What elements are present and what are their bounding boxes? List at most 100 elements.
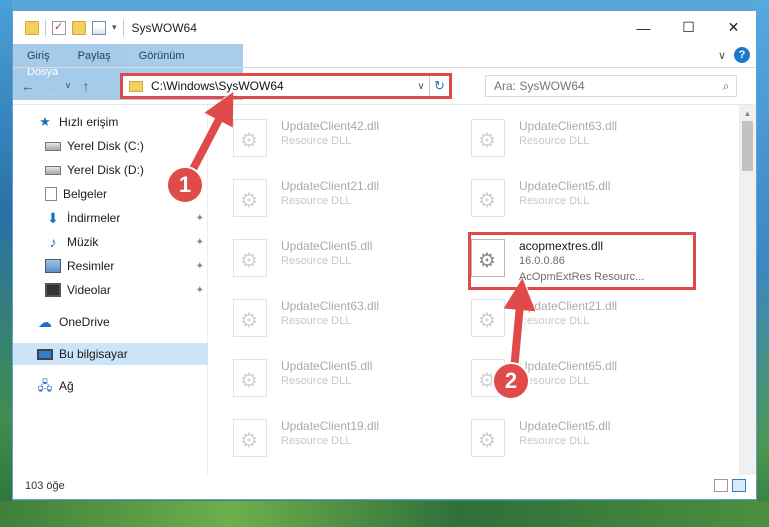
download-icon: ⬇ — [47, 210, 59, 226]
tiles-view-icon[interactable] — [732, 479, 746, 492]
window-controls: — ☐ ✕ — [621, 11, 756, 44]
desktop-background-bottom — [0, 501, 769, 527]
sidebar-item-network[interactable]: 🖧 Ağ — [13, 375, 208, 397]
music-icon: ♪ — [49, 234, 57, 250]
file-description: Resource DLL — [281, 135, 352, 147]
divider — [122, 19, 124, 36]
status-bar: 103 öğe — [13, 473, 756, 499]
folder-icon — [25, 20, 39, 35]
video-icon — [45, 283, 61, 297]
details-view-icon[interactable] — [714, 479, 728, 492]
file-description: Resource DLL — [281, 195, 352, 207]
dll-file-icon — [233, 119, 267, 157]
search-icon[interactable]: ⌕ — [716, 79, 736, 94]
dll-file-icon — [471, 119, 505, 157]
pin-icon[interactable]: ✦ — [196, 213, 204, 224]
dll-file-icon — [233, 179, 267, 217]
file-description: Resource DLL — [281, 255, 352, 267]
star-icon: ★ — [39, 114, 51, 129]
sidebar-item-downloads[interactable]: ⬇ İndirmeler ✦ — [13, 207, 208, 229]
search-input[interactable] — [486, 79, 716, 93]
item-count: 103 öğe — [25, 480, 65, 492]
title-bar: ▾ SysWOW64 — ☐ ✕ — [13, 11, 756, 44]
minimize-button[interactable]: — — [621, 11, 666, 44]
search-box[interactable]: ⌕ — [485, 75, 737, 97]
sidebar-item-label: Resimler — [67, 259, 115, 273]
scroll-up-icon[interactable]: ▲ — [739, 105, 756, 122]
file-name: UpdateClient21.dll — [281, 179, 380, 193]
sidebar-item-pictures[interactable]: Resimler ✦ — [13, 255, 208, 277]
file-item[interactable]: UpdateClient21.dll Resource DLL — [209, 169, 439, 225]
file-description: Resource DLL — [519, 315, 590, 327]
drive-icon — [45, 141, 61, 151]
sidebar-item-music[interactable]: ♪ Müzik ✦ — [13, 231, 208, 253]
new-folder-icon[interactable] — [72, 20, 86, 35]
ribbon-tabs: Dosya Giriş Paylaş Görünüm ∨ ? — [13, 44, 756, 100]
file-item[interactable]: UpdateClient21.dll Resource DLL — [447, 289, 677, 345]
address-dropdown-icon[interactable]: ∨ — [413, 81, 429, 92]
file-description: Resource DLL — [281, 375, 352, 387]
file-item[interactable]: UpdateClient63.dll Resource DLL — [447, 109, 677, 165]
sidebar-item-label: Videolar — [67, 283, 111, 297]
file-name: UpdateClient42.dll — [281, 119, 380, 133]
file-item[interactable]: UpdateClient5.dll Resource DLL — [447, 409, 677, 465]
recent-locations-button[interactable]: ∨ — [61, 80, 75, 91]
file-list: UpdateClient42.dll Resource DLL UpdateCl… — [209, 105, 724, 475]
properties-check-icon[interactable] — [52, 20, 66, 35]
pin-icon[interactable]: ✦ — [196, 285, 204, 296]
file-item[interactable]: UpdateClient63.dll Resource DLL — [209, 289, 439, 345]
maximize-button[interactable]: ☐ — [666, 11, 711, 44]
file-item[interactable]: UpdateClient5.dll Resource DLL — [447, 169, 677, 225]
sidebar-item-local-disk-c[interactable]: Yerel Disk (C:) — [13, 135, 208, 157]
file-item[interactable]: UpdateClient5.dll Resource DLL — [209, 229, 439, 285]
sidebar-item-label: OneDrive — [59, 315, 110, 329]
drive-icon — [45, 165, 61, 175]
sidebar-item-videos[interactable]: Videolar ✦ — [13, 279, 208, 301]
sidebar-item-label: Yerel Disk (D:) — [67, 163, 144, 177]
view-toggle — [714, 479, 746, 492]
scrollbar-thumb[interactable] — [742, 121, 753, 171]
vertical-scrollbar[interactable]: ▲ — [739, 105, 756, 475]
sidebar-item-label: Müzik — [67, 235, 99, 249]
pin-icon[interactable]: ✦ — [196, 261, 204, 272]
back-button[interactable]: ← — [17, 78, 39, 94]
address-bar[interactable]: C:\Windows\SysWOW64 ∨ ↻ — [120, 73, 452, 99]
file-description: Resource DLL — [281, 435, 352, 447]
file-description: Resource DLL — [281, 315, 352, 327]
help-icon[interactable]: ? — [734, 47, 750, 63]
sidebar-item-label: İndirmeler — [67, 211, 121, 225]
close-button[interactable]: ✕ — [711, 11, 756, 44]
file-item[interactable]: UpdateClient19.dll Resource DLL — [209, 409, 439, 465]
explorer-window: ▾ SysWOW64 — ☐ ✕ Dosya Giriş Paylaş Görü… — [12, 10, 757, 500]
dll-file-icon — [233, 359, 267, 397]
refresh-icon[interactable]: ↻ — [429, 76, 449, 96]
step-badge-1: 1 — [166, 166, 204, 204]
file-item[interactable]: UpdateClient42.dll Resource DLL — [209, 109, 439, 165]
customize-toolbar-icon[interactable]: ▾ — [112, 22, 117, 33]
sidebar-item-onedrive[interactable]: ☁ OneDrive — [13, 311, 208, 333]
ribbon-controls: ∨ ? — [718, 47, 750, 63]
forward-button[interactable]: → — [39, 78, 61, 94]
computer-icon — [37, 348, 53, 360]
properties-icon[interactable] — [92, 20, 106, 35]
quick-access-toolbar: ▾ — [13, 19, 124, 36]
address-path[interactable]: C:\Windows\SysWOW64 — [151, 79, 413, 93]
pin-icon[interactable]: ✦ — [196, 237, 204, 248]
file-name: UpdateClient19.dll — [281, 419, 380, 433]
sidebar-item-label: Ağ — [59, 379, 74, 393]
file-name: UpdateClient21.dll — [519, 299, 618, 313]
pictures-icon — [45, 259, 61, 273]
cloud-icon: ☁ — [38, 314, 52, 330]
desktop-background-left — [0, 0, 12, 527]
network-icon: 🖧 — [37, 378, 53, 393]
file-item[interactable]: UpdateClient65.dll Resource DLL — [447, 349, 677, 405]
step-badge-2: 2 — [492, 362, 530, 400]
expand-ribbon-icon[interactable]: ∨ — [718, 49, 726, 62]
file-item[interactable]: UpdateClient5.dll Resource DLL — [209, 349, 439, 405]
content-area: ★ Hızlı erişim Yerel Disk (C:) Yerel Dis… — [13, 104, 756, 475]
window-title: SysWOW64 — [131, 20, 197, 35]
sidebar-item-this-pc[interactable]: Bu bilgisayar — [13, 343, 208, 365]
up-button[interactable]: ↑ — [75, 78, 97, 94]
sidebar-item-quick-access[interactable]: ★ Hızlı erişim — [13, 111, 208, 133]
sidebar-item-label: Hızlı erişim — [59, 115, 119, 129]
